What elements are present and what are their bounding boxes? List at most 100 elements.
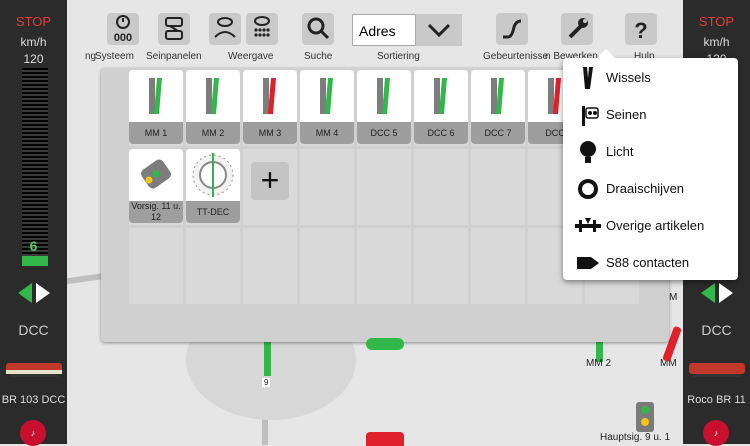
weergave-button-2[interactable]	[246, 13, 278, 45]
sort-select[interactable]: Adres	[352, 14, 416, 46]
signal-icon	[573, 103, 603, 127]
suche-button[interactable]	[302, 13, 334, 45]
grid-slot	[300, 149, 354, 225]
track-switch-green[interactable]	[264, 340, 271, 376]
switch-icon	[434, 78, 447, 114]
grid-slot	[300, 228, 354, 304]
grid-slot	[471, 149, 525, 225]
direction-arrows-icon[interactable]	[14, 282, 54, 304]
weergave-label: Weergave	[228, 51, 274, 62]
article-label: Vorsig. 11 u. 12	[129, 201, 183, 223]
track-number-label: 9	[262, 378, 271, 387]
left-throttle: STOP km/h 120 6 DCC BR 103 DCC ♪	[0, 0, 67, 446]
grid-slot	[357, 228, 411, 304]
article-label: TT-DEC	[186, 201, 240, 223]
article-tile-switch[interactable]	[243, 70, 297, 122]
article-type-menu: Wissels Seinen Licht Draaischijven Overige a…	[563, 49, 738, 281]
add-article-button[interactable]: +	[251, 162, 289, 200]
switch-icon	[149, 78, 162, 114]
speed-step-bar	[22, 256, 48, 260]
menu-item-label: S88 contacten	[606, 255, 690, 270]
menu-item-overige-artikelen[interactable]: Overige artikelen	[563, 208, 738, 244]
view-grid-icon	[254, 16, 270, 37]
other-articles-icon	[573, 214, 603, 238]
help-icon: ?	[634, 18, 647, 43]
system-clock-icon: 000	[114, 15, 132, 44]
panel-drag-handle[interactable]	[366, 338, 404, 350]
seinpanelen-label: Seinpanelen	[146, 51, 202, 62]
article-label: MM 2	[186, 122, 240, 144]
hulp-button[interactable]: ?	[625, 13, 657, 45]
grid-slot	[186, 228, 240, 304]
switch-icon	[573, 66, 603, 90]
speed-step: 6	[29, 238, 38, 254]
switch-icon	[320, 78, 333, 114]
s88-contact-icon	[573, 251, 603, 275]
switch-icon	[377, 78, 390, 114]
article-tile-switch[interactable]	[300, 70, 354, 122]
search-icon	[307, 17, 330, 40]
sortiering-label: Sortiering	[377, 51, 420, 62]
sort-dropdown-button[interactable]	[416, 14, 462, 46]
turntable-icon	[573, 177, 603, 201]
track-label-hauptsig: Hauptsig. 9 u. 1	[600, 432, 671, 443]
article-tile-signal[interactable]	[129, 149, 183, 201]
speed-slider[interactable]	[22, 68, 48, 266]
article-tile-switch[interactable]	[186, 70, 240, 122]
horn-button[interactable]: ♪	[703, 420, 729, 446]
svg-text:000: 000	[114, 32, 132, 44]
events-icon	[503, 19, 522, 39]
menu-item-seinen[interactable]: Seinen	[563, 97, 738, 133]
grid-slot	[357, 149, 411, 225]
systeem-label: Systeem	[95, 51, 134, 62]
article-tile-switch[interactable]	[129, 70, 183, 122]
seinpanelen-button[interactable]	[158, 13, 190, 45]
menu-item-label: Overige artikelen	[606, 218, 705, 233]
speed-unit: km/h	[20, 35, 47, 49]
menu-item-label: Draaischijven	[606, 181, 685, 196]
signal-icon	[141, 159, 171, 189]
turntable-icon	[192, 153, 234, 197]
menu-item-label: Licht	[606, 144, 634, 159]
signal-icon[interactable]	[636, 402, 654, 432]
switch-icon	[206, 78, 219, 114]
gebeurtenissen-button[interactable]	[496, 13, 528, 45]
track-label-m: M	[669, 292, 678, 303]
max-speed: 120	[23, 52, 44, 66]
panels-icon	[165, 17, 183, 40]
switch-icon	[263, 78, 276, 114]
protocol-label: DCC	[701, 322, 732, 338]
locomotive-icon[interactable]	[4, 360, 64, 380]
menu-item-draaischijven[interactable]: Draaischijven	[563, 171, 738, 207]
menu-pointer	[597, 49, 615, 58]
menu-item-licht[interactable]: Licht	[563, 134, 738, 170]
article-label: DCC 6	[414, 122, 468, 144]
bulb-icon	[573, 140, 603, 164]
article-tile-turntable[interactable]	[186, 149, 240, 201]
gebeurtenissen-label: Gebeurtenisse	[483, 51, 549, 62]
article-tile-switch[interactable]	[357, 70, 411, 122]
bewerken-button[interactable]	[561, 13, 593, 45]
systeem-button[interactable]: 000	[107, 13, 139, 45]
stop-button[interactable]: STOP	[683, 14, 750, 29]
weergave-button-1[interactable]	[209, 13, 241, 45]
view-track-icon	[214, 17, 236, 38]
article-label: DCC 7	[471, 122, 525, 144]
menu-item-s88-contacten[interactable]: S88 contacten	[563, 245, 738, 281]
loco-name: BR 103 DCC	[1, 394, 66, 406]
horn-button[interactable]: ♪	[20, 420, 46, 446]
grid-slot	[471, 228, 525, 304]
stop-button[interactable]: STOP	[0, 14, 67, 29]
svg-text:?: ?	[634, 18, 647, 43]
direction-arrows-icon[interactable]	[697, 282, 737, 304]
menu-item-label: Wissels	[606, 70, 651, 85]
direction-control[interactable]	[683, 282, 750, 309]
track-label-mm2: MM 2	[586, 358, 611, 369]
grid-slot	[243, 228, 297, 304]
direction-control[interactable]	[0, 282, 67, 309]
grid-slot	[129, 228, 183, 304]
article-tile-switch[interactable]	[414, 70, 468, 122]
locomotive-icon[interactable]	[687, 360, 747, 380]
menu-item-wissels[interactable]: Wissels	[563, 60, 738, 96]
article-tile-switch[interactable]	[471, 70, 525, 122]
